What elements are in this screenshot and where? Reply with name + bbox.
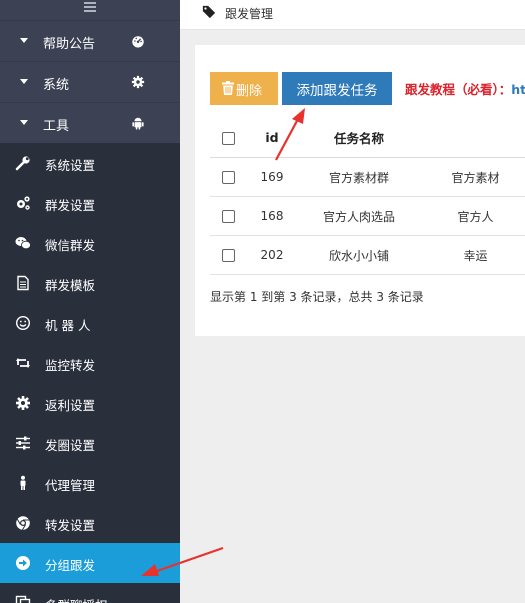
caret-down-icon bbox=[20, 38, 28, 43]
table-header-row: id 任务名称 bbox=[210, 118, 525, 158]
column-header-task-name[interactable]: 任务名称 bbox=[297, 118, 421, 158]
page-title: 跟发管理 bbox=[225, 7, 274, 21]
sidebar-item-label: 系统设置 bbox=[45, 158, 96, 173]
row-checkbox[interactable] bbox=[222, 210, 235, 223]
task-table: id 任务名称 169 官方素材群 官方素材 168 官方人肉选品 官方人 20… bbox=[210, 118, 525, 275]
sidebar-item-broadcast-template[interactable]: 群发模板 bbox=[0, 263, 180, 303]
select-all-checkbox[interactable] bbox=[222, 132, 235, 145]
sidebar-item-monitor-forward[interactable]: 监控转发 bbox=[0, 343, 180, 383]
sidebar-item-agent-management[interactable]: 代理管理 bbox=[0, 463, 180, 503]
row-select-cell bbox=[210, 157, 247, 197]
sidebar-item-robot[interactable]: 机 器 人 bbox=[0, 303, 180, 343]
sidebar-item-label: 监控转发 bbox=[45, 358, 96, 373]
row-select-cell bbox=[210, 196, 247, 236]
cell-extra: 官方素材 bbox=[421, 157, 525, 197]
sidebar-item-label: 群发设置 bbox=[45, 198, 96, 213]
sidebar-group-system[interactable]: 系统 bbox=[0, 61, 180, 102]
table-row[interactable]: 202 欣水小小铺 幸运 bbox=[210, 235, 525, 275]
sidebar-item-rebate-settings[interactable]: 返利设置 bbox=[0, 383, 180, 423]
row-checkbox[interactable] bbox=[222, 249, 235, 262]
sidebar-item-broadcast-settings[interactable]: 群发设置 bbox=[0, 183, 180, 223]
tutorial-notice: 跟发教程（必看）：htt bbox=[405, 79, 525, 98]
cell-task-name: 官方人肉选品 bbox=[297, 196, 421, 236]
tutorial-link[interactable]: htt bbox=[511, 82, 525, 97]
sidebar-item-label: 转发设置 bbox=[45, 518, 96, 533]
sidebar-item-label: 发圈设置 bbox=[45, 438, 96, 453]
sidebar-group-label: 帮助公告 bbox=[43, 37, 96, 52]
cell-id: 202 bbox=[247, 235, 297, 275]
sidebar-header bbox=[0, 0, 180, 20]
cell-task-name: 官方素材群 bbox=[297, 157, 421, 197]
pagination-summary: 显示第 1 到第 3 条记录，总共 3 条记录 bbox=[210, 290, 424, 304]
sidebar-item-system-settings[interactable]: 系统设置 bbox=[0, 143, 180, 183]
gear-icon bbox=[16, 396, 30, 410]
wechat-icon bbox=[15, 237, 31, 250]
wrench-icon bbox=[15, 156, 30, 171]
column-header-extra bbox=[421, 118, 525, 158]
table-row[interactable]: 169 官方素材群 官方素材 bbox=[210, 157, 525, 197]
content-panel: 删除 添加跟发任务 跟发教程（必看）：htt id 任务名称 169 官方素材群… bbox=[195, 45, 525, 336]
annotation-arrow-icon bbox=[141, 546, 224, 576]
table-row[interactable]: 168 官方人肉选品 官方人 bbox=[210, 196, 525, 236]
row-select-cell bbox=[210, 235, 247, 275]
caret-down-icon bbox=[20, 79, 28, 84]
smile-icon bbox=[15, 315, 31, 331]
retweet-icon bbox=[16, 358, 30, 368]
page-header: 跟发管理 bbox=[180, 0, 525, 30]
select-all-cell bbox=[210, 118, 247, 158]
sidebar-item-label: 代理管理 bbox=[45, 478, 96, 493]
chrome-icon bbox=[16, 516, 30, 531]
trash-icon bbox=[222, 81, 234, 95]
sidebar-item-label: 微信群发 bbox=[45, 238, 96, 253]
cogs-icon bbox=[17, 196, 30, 210]
sidebar-item-label: 多群聊授权 bbox=[45, 595, 108, 603]
cell-id: 168 bbox=[247, 196, 297, 236]
sidebar-group-label: 系统 bbox=[43, 78, 70, 93]
gear-icon bbox=[131, 75, 145, 89]
android-icon bbox=[132, 117, 144, 130]
sidebar-group-label: 工具 bbox=[43, 119, 70, 134]
hamburger-icon[interactable] bbox=[84, 0, 96, 14]
cell-extra: 幸运 bbox=[421, 235, 525, 275]
sidebar: 帮助公告 系统 工具 系统设置 群发设置 微信群发 群发模板 机 器 人 监控转… bbox=[0, 0, 180, 603]
sidebar-item-forward-settings[interactable]: 转发设置 bbox=[0, 503, 180, 543]
sidebar-group-tools[interactable]: 工具 bbox=[0, 102, 180, 143]
sidebar-item-label: 机 器 人 bbox=[45, 318, 91, 333]
sidebar-item-wechat-broadcast[interactable]: 微信群发 bbox=[0, 223, 180, 263]
sidebar-item-group-chat-auth[interactable]: 多群聊授权 bbox=[0, 583, 180, 603]
sliders-icon bbox=[16, 436, 30, 450]
sidebar-group-help[interactable]: 帮助公告 bbox=[0, 20, 180, 61]
tag-icon bbox=[202, 5, 216, 19]
tutorial-label: 跟发教程（必看）： bbox=[405, 82, 512, 97]
sidebar-item-label: 分组跟发 bbox=[45, 558, 96, 573]
cell-extra: 官方人 bbox=[421, 196, 525, 236]
add-follow-task-button[interactable]: 添加跟发任务 bbox=[282, 72, 392, 105]
copy-icon bbox=[15, 595, 31, 603]
delete-button[interactable]: 删除 bbox=[210, 72, 278, 105]
arrow-right-circle-icon bbox=[16, 556, 30, 570]
person-icon bbox=[20, 475, 26, 490]
annotation-arrow-icon bbox=[275, 108, 305, 161]
cell-task-name: 欣水小小铺 bbox=[297, 235, 421, 275]
dashboard-icon bbox=[132, 36, 144, 48]
sidebar-item-moments-settings[interactable]: 发圈设置 bbox=[0, 423, 180, 463]
sidebar-item-label: 群发模板 bbox=[45, 278, 96, 293]
sidebar-item-label: 返利设置 bbox=[45, 398, 96, 413]
row-checkbox[interactable] bbox=[222, 171, 235, 184]
caret-down-icon bbox=[20, 120, 28, 125]
document-icon bbox=[17, 275, 29, 291]
delete-button-label: 删除 bbox=[236, 84, 263, 99]
